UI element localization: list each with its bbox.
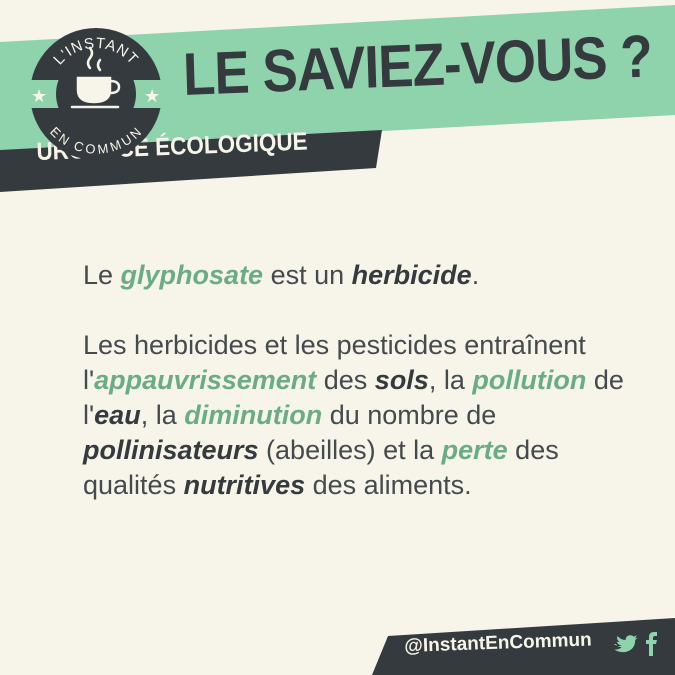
star-right-icon: ★ [144, 86, 160, 107]
star-left-icon: ★ [31, 86, 47, 107]
text-segment: , la [428, 365, 473, 395]
keyword: eau [94, 400, 141, 430]
paragraph-1: Le glyphosate est un herbicide. [83, 258, 628, 293]
keyword: herbicide [351, 260, 472, 290]
main-content: Le glyphosate est un herbicide. Les herb… [83, 258, 628, 538]
keyword: sols [374, 365, 429, 395]
social-icons [613, 632, 657, 656]
keyword: glyphosate [120, 260, 264, 290]
text-segment: des [316, 365, 375, 395]
keyword: appauvrissement [94, 365, 317, 395]
keyword: diminution [184, 400, 323, 430]
keyword: perte [441, 435, 508, 465]
logo-badge: ★ ★ L'INSTANT EN COMMUN [26, 28, 166, 160]
text-segment: , la [140, 400, 185, 430]
keyword: pollinisateurs [83, 435, 259, 465]
facebook-icon[interactable] [646, 632, 657, 656]
twitter-icon[interactable] [613, 635, 638, 653]
paragraph-2: Les herbicides et les pesticides entraîn… [83, 328, 628, 503]
keyword: pollution [472, 365, 587, 395]
text-segment: (abeilles) et la [258, 435, 442, 465]
keyword: nutritives [183, 470, 306, 500]
text-segment: est un [263, 260, 352, 290]
social-handle[interactable]: @InstantEnCommun [404, 629, 592, 658]
text-segment: Le [83, 260, 121, 290]
text-segment: des aliments. [305, 470, 472, 500]
text-segment: . [471, 260, 480, 290]
text-segment: du nombre de [322, 400, 497, 430]
